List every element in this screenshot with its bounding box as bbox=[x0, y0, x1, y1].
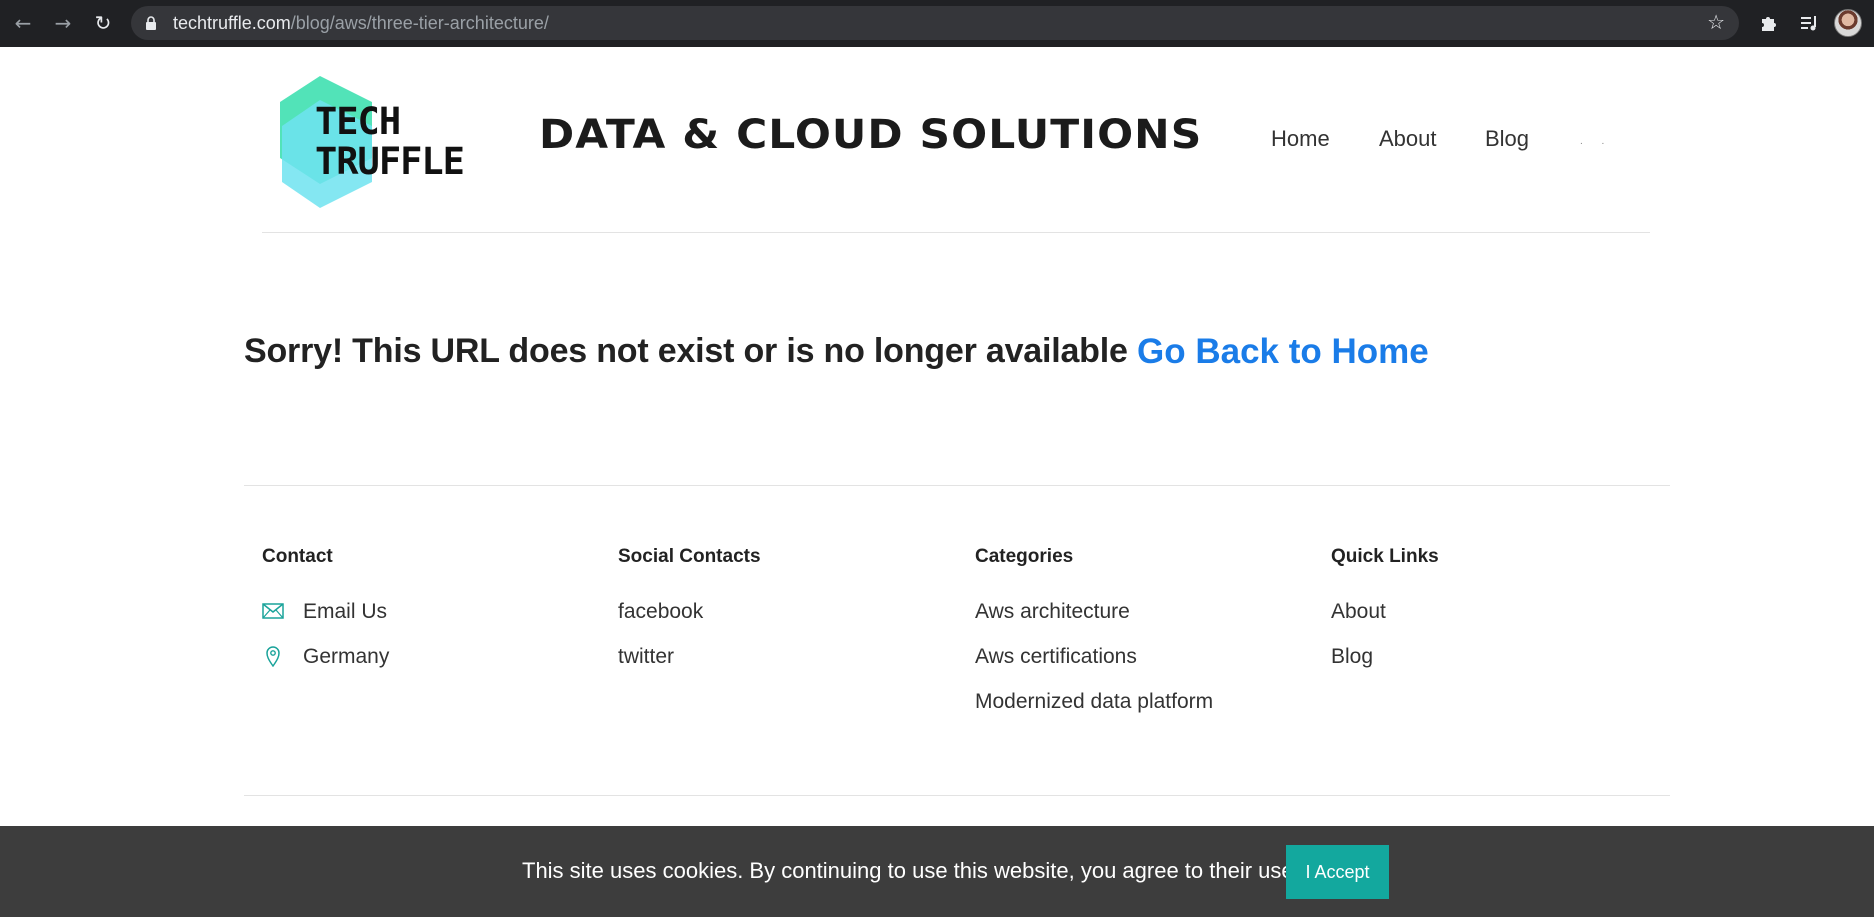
playlist-icon[interactable] bbox=[1796, 10, 1822, 36]
footer-quick-links-column: Quick Links About Blog bbox=[1331, 546, 1661, 690]
category-aws-architecture-link[interactable]: Aws architecture bbox=[975, 600, 1305, 645]
footer-social-column: Social Contacts facebook twitter bbox=[618, 546, 948, 690]
lock-icon bbox=[146, 16, 156, 30]
footer-heading-contact: Contact bbox=[262, 546, 333, 567]
site-title: DATA & CLOUD SOLUTIONS bbox=[539, 112, 1203, 158]
location-pin-icon bbox=[266, 646, 280, 667]
error-message: Sorry! This URL does not exist or is no … bbox=[244, 332, 1128, 370]
quick-link-about[interactable]: About bbox=[1331, 600, 1661, 645]
cookie-message: This site uses cookies. By continuing to… bbox=[522, 858, 1300, 883]
reload-icon[interactable]: ↻ bbox=[90, 10, 116, 36]
cookie-consent-bar: This site uses cookies. By continuing to… bbox=[0, 826, 1874, 917]
category-modernized-data-platform-link[interactable]: Modernized data platform bbox=[975, 690, 1305, 735]
accept-cookies-button[interactable]: I Accept bbox=[1286, 845, 1389, 899]
social-facebook-link[interactable]: facebook bbox=[618, 600, 948, 645]
address-bar[interactable]: techtruffle.com/blog/aws/three-tier-arch… bbox=[131, 6, 1739, 40]
social-twitter-link[interactable]: twitter bbox=[618, 645, 948, 690]
footer-contact-column: Contact Email Us Germany bbox=[262, 546, 592, 690]
footer-top-divider bbox=[244, 485, 1670, 486]
url-domain: techtruffle.com bbox=[173, 13, 291, 33]
browser-toolbar: ← → ↻ techtruffle.com/blog/aws/three-tie… bbox=[0, 0, 1874, 47]
footer-bottom-divider bbox=[244, 795, 1670, 796]
nav-about-link[interactable]: About bbox=[1379, 126, 1437, 152]
url-path: /blog/aws/three-tier-architecture/ bbox=[290, 13, 549, 33]
logo-line-2: TRUFFLE bbox=[315, 140, 465, 183]
footer-heading-categories: Categories bbox=[975, 546, 1074, 567]
footer-categories-column: Categories Aws architecture Aws certific… bbox=[975, 546, 1305, 735]
puzzle-icon[interactable] bbox=[1756, 10, 1782, 36]
arrow-left-icon[interactable]: ← bbox=[10, 10, 36, 36]
contact-email-item[interactable]: Email Us bbox=[262, 600, 592, 645]
arrow-right-icon[interactable]: → bbox=[50, 10, 76, 36]
footer-heading-social: Social Contacts bbox=[618, 546, 761, 567]
url-text: techtruffle.com/blog/aws/three-tier-arch… bbox=[173, 6, 549, 40]
header-divider bbox=[262, 232, 1650, 233]
envelope-icon bbox=[262, 603, 284, 619]
logo-line-1: TECH bbox=[315, 100, 401, 143]
nav-blog-link[interactable]: Blog bbox=[1485, 126, 1529, 152]
star-icon[interactable]: ☆ bbox=[1707, 10, 1725, 36]
contact-location-item: Germany bbox=[262, 645, 592, 690]
go-back-home-link[interactable]: Go Back to Home bbox=[1137, 332, 1429, 372]
logo-wordmark: TECH TRUFFLE bbox=[315, 100, 465, 183]
nav-home-link[interactable]: Home bbox=[1271, 126, 1330, 152]
quick-link-blog[interactable]: Blog bbox=[1331, 645, 1661, 690]
nav-more-indicator: . . bbox=[1580, 136, 1613, 147]
profile-avatar[interactable] bbox=[1834, 9, 1862, 37]
category-aws-certifications-link[interactable]: Aws certifications bbox=[975, 645, 1305, 690]
footer-heading-quick-links: Quick Links bbox=[1331, 546, 1439, 567]
